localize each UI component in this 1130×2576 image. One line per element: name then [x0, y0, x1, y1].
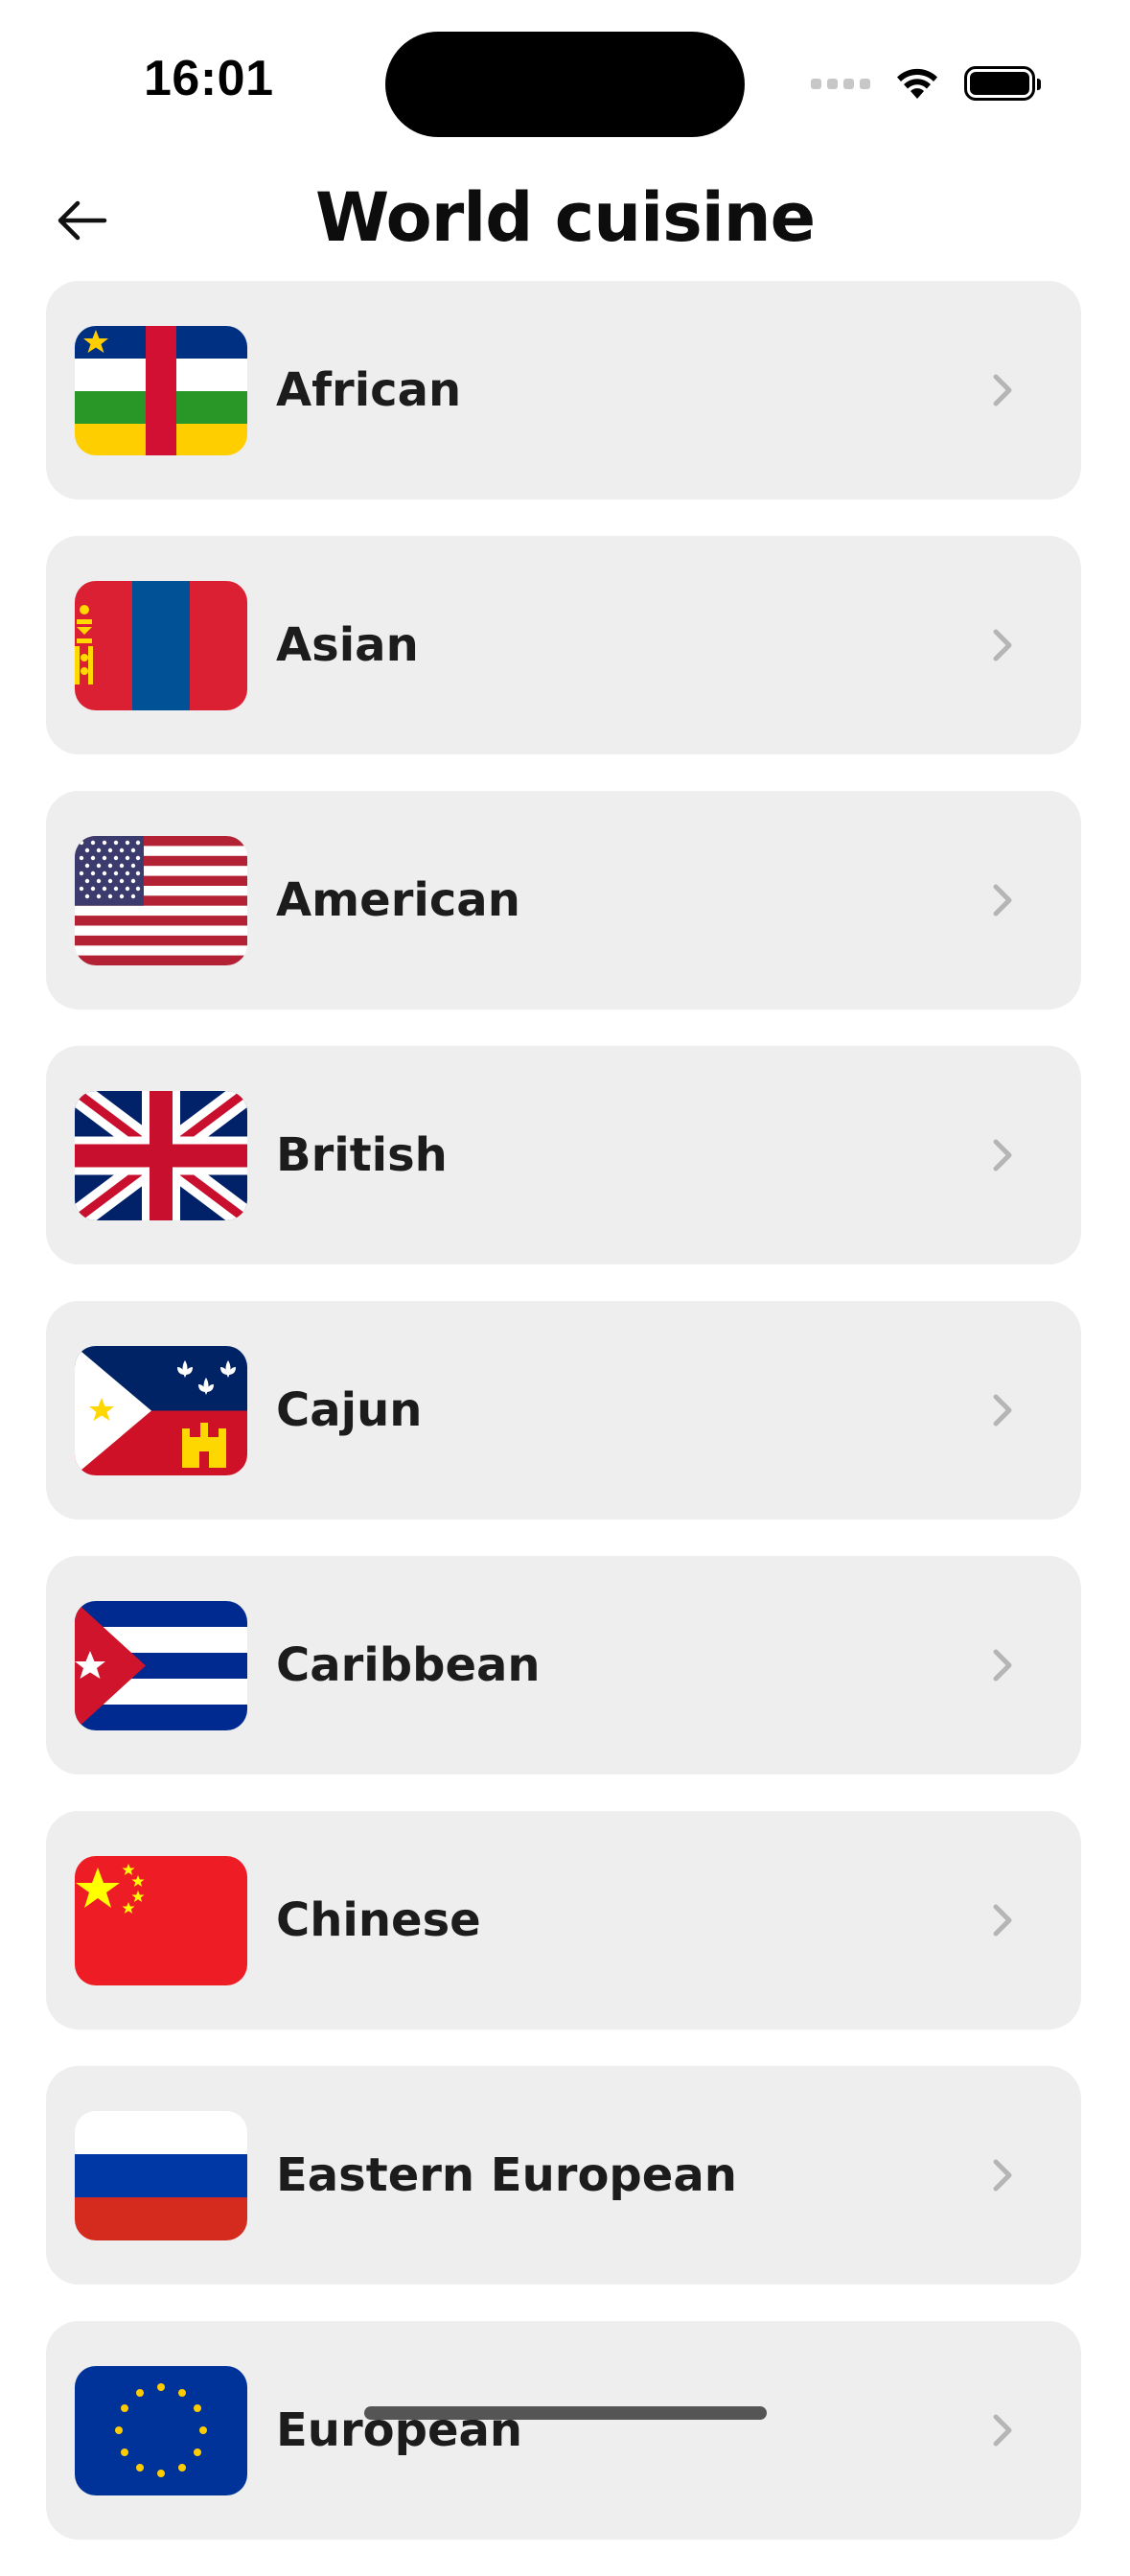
cuisine-item-caribbean[interactable]: Caribbean	[46, 1556, 1081, 1775]
cuisine-item-american[interactable]: American	[46, 791, 1081, 1010]
status-time: 16:01	[144, 51, 274, 106]
central-african-republic-flag-icon	[75, 326, 247, 455]
header: World cuisine	[0, 153, 1130, 278]
chevron-right-icon	[993, 1904, 1012, 1937]
cuisine-list: African Asian American British Cajun Car…	[46, 281, 1081, 2576]
chevron-right-icon	[993, 1139, 1012, 1172]
chevron-right-icon	[993, 2159, 1012, 2192]
status-bar: 16:01	[0, 0, 1130, 144]
cuisine-label: Asian	[276, 618, 419, 672]
chevron-right-icon	[993, 374, 1012, 406]
battery-icon	[964, 66, 1041, 101]
chevron-right-icon	[993, 2414, 1012, 2447]
china-flag-icon	[75, 1856, 247, 1985]
home-indicator[interactable]	[364, 2406, 767, 2420]
mongolia-flag-icon	[75, 581, 247, 710]
cuisine-item-eastern-european[interactable]: Eastern European	[46, 2066, 1081, 2285]
cellular-signal-icon	[811, 78, 870, 89]
united-states-flag-icon	[75, 836, 247, 965]
cuisine-label: Cajun	[276, 1383, 423, 1437]
russia-flag-icon	[75, 2111, 247, 2240]
cuisine-label: Eastern European	[276, 2148, 737, 2202]
cuba-flag-icon	[75, 1601, 247, 1730]
status-icons	[811, 61, 1041, 105]
cuisine-label: American	[276, 873, 520, 927]
acadiana-flag-icon	[75, 1346, 247, 1475]
united-kingdom-flag-icon	[75, 1091, 247, 1220]
page-title: World cuisine	[314, 178, 816, 257]
dynamic-island	[385, 32, 745, 137]
chevron-right-icon	[993, 629, 1012, 661]
cuisine-item-british[interactable]: British	[46, 1046, 1081, 1265]
cuisine-item-chinese[interactable]: Chinese	[46, 1811, 1081, 2030]
cuisine-label: Caribbean	[276, 1638, 541, 1692]
chevron-right-icon	[993, 1394, 1012, 1427]
european-union-flag-icon	[75, 2366, 247, 2495]
chevron-right-icon	[993, 1649, 1012, 1682]
cuisine-item-asian[interactable]: Asian	[46, 536, 1081, 754]
cuisine-item-african[interactable]: African	[46, 281, 1081, 499]
cuisine-item-european[interactable]: European	[46, 2321, 1081, 2540]
chevron-right-icon	[993, 884, 1012, 917]
cuisine-label: European	[276, 2403, 523, 2457]
cuisine-label: British	[276, 1128, 448, 1182]
wifi-icon	[897, 68, 937, 99]
cuisine-label: Chinese	[276, 1893, 481, 1947]
cuisine-item-cajun[interactable]: Cajun	[46, 1301, 1081, 1520]
cuisine-label: African	[276, 363, 462, 417]
